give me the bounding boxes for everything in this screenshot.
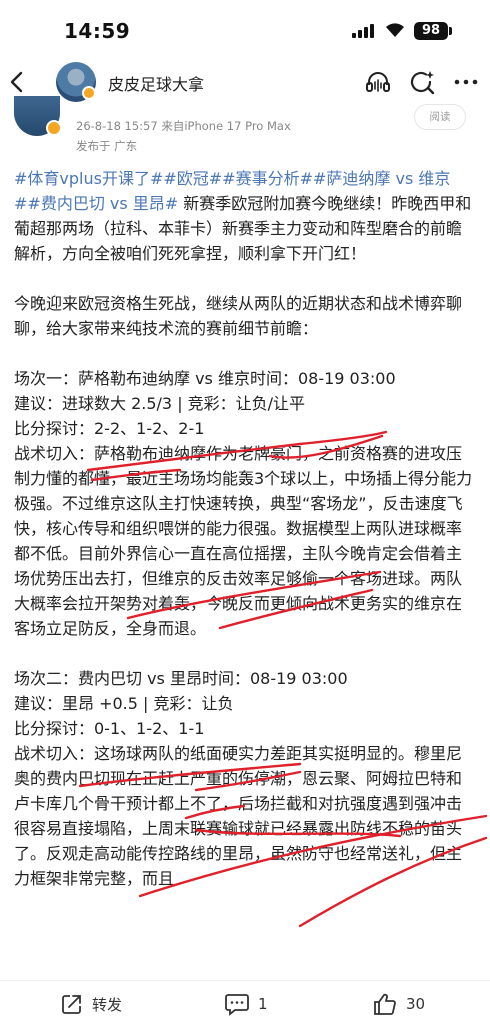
comment-button[interactable]: 1: [224, 991, 268, 1017]
match2-tactics: 战术切入：这场球两队的纸面硬实力差距其实挺明显的。穆里尼奥的费内巴切现在正赶上严…: [14, 744, 463, 888]
repost-label: 转发: [92, 995, 123, 1014]
match1-advice: 建议：进球数大 2.5/3 | 竞彩：让负/让平: [14, 394, 306, 413]
listen-icon[interactable]: [364, 68, 392, 96]
author-row: 26-8-18 15:57 来自iPhone 17 Pro Max 发布于 广东…: [0, 96, 490, 158]
paragraph: 今晚迎来欧冠资格生死战，继续从两队的近期状态和战术博弈聊聊，给大家带来纯技术流的…: [14, 294, 463, 338]
post-intro: #体育vplus开课了##欧冠##赛事分析##萨迪纳摩 vs 维京##费内巴切 …: [14, 166, 476, 266]
match2-score: 比分探讨：0-1、1-2、1-1: [14, 719, 205, 738]
thumbs-up-icon: [374, 993, 396, 1015]
battery-tip: [449, 27, 452, 35]
post-location: 发布于 广东: [76, 139, 138, 153]
wifi-icon: [386, 23, 404, 37]
post-meta: 26-8-18 15:57 来自iPhone 17 Pro Max: [76, 119, 291, 133]
match2-advice: 建议：里昂 +0.5 | 竞彩：让负: [14, 694, 234, 713]
verified-badge-icon: [46, 120, 62, 136]
match2-title: 场次二：费内巴切 vs 里昂时间：08-19 03:00: [14, 669, 348, 688]
status-time: 14:59: [64, 19, 131, 43]
battery-indicator: 98: [414, 22, 448, 40]
repost-icon: [62, 995, 81, 1014]
more-icon[interactable]: [452, 68, 480, 96]
like-count: 30: [406, 995, 426, 1013]
bottom-toolbar: 转发 1 30: [0, 980, 490, 1027]
search-icon[interactable]: [408, 68, 436, 96]
status-bar: 14:59 98: [0, 0, 490, 60]
repost-button[interactable]: 转发: [60, 991, 122, 1017]
read-count-button[interactable]: 阅读: [414, 104, 466, 130]
post-content: #体育vplus开课了##欧冠##赛事分析##萨迪纳摩 vs 维京##费内巴切 …: [14, 166, 476, 891]
like-button[interactable]: 30: [372, 991, 425, 1017]
account-name[interactable]: 皮皮足球大拿: [108, 71, 204, 95]
back-arrow-icon[interactable]: [6, 68, 30, 96]
cellular-signal-icon: [352, 24, 376, 38]
match1-tactics: 战术切入：萨格勒布迪纳摩作为老牌豪门，之前资格赛的进攻压制力懂的都懂，最近主场场…: [14, 444, 473, 638]
comment-icon: [225, 994, 249, 1016]
match1-title: 场次一：萨格勒布迪纳摩 vs 维京时间：08-19 03:00: [14, 369, 396, 388]
comment-count: 1: [258, 995, 268, 1013]
match1-score: 比分探讨：2-2、1-2、2-1: [14, 419, 205, 438]
